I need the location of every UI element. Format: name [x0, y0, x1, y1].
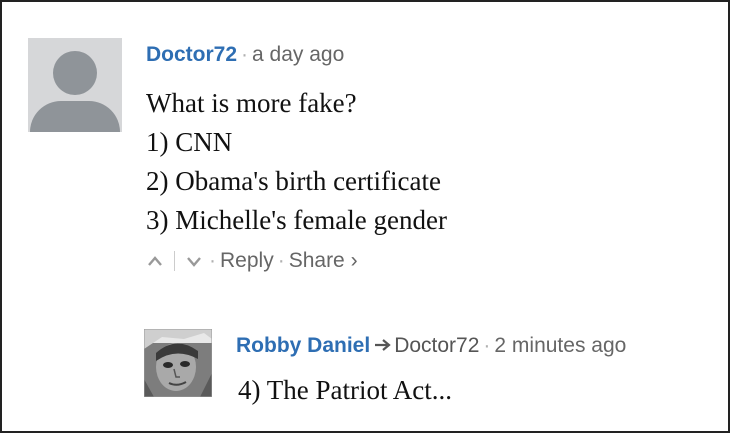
avatar-head-shape: [53, 51, 97, 95]
comment-line: 4) The Patriot Act...: [238, 375, 452, 405]
avatar-shoulders-shape: [30, 101, 120, 132]
avatar[interactable]: [28, 38, 122, 132]
chevron-right-icon: ›: [350, 249, 358, 272]
author-name[interactable]: Doctor72: [146, 43, 237, 66]
chevron-down-icon[interactable]: [183, 248, 205, 274]
comment-actions: · Reply · Share ›: [144, 248, 358, 274]
chevron-up-icon[interactable]: [144, 248, 166, 274]
separator-dot: ·: [209, 249, 216, 272]
share-label: Share: [288, 249, 345, 272]
share-button[interactable]: Share ›: [289, 249, 358, 272]
comment-header: Robby Daniel Doctor72 · 2 minutes ago: [236, 333, 626, 359]
separator-dot: ·: [241, 43, 249, 66]
avatar[interactable]: [144, 329, 212, 397]
comment-line: 1) CNN: [146, 127, 233, 157]
comment-line: 3) Michelle's female gender: [146, 205, 447, 235]
arrow-right-icon: [374, 334, 392, 357]
comment-thread: Doctor72 · a day ago What is more fake? 1)…: [0, 0, 730, 433]
comment-line: What is more fake?: [146, 88, 357, 118]
reply-to-author[interactable]: Doctor72: [394, 334, 479, 357]
separator-dot: ·: [277, 249, 285, 272]
comment-header: Doctor72 · a day ago: [146, 42, 344, 68]
reply-button[interactable]: Reply: [220, 249, 274, 272]
comment-body: What is more fake? 1) CNN 2) Obama's bir…: [146, 84, 447, 240]
comment-line: 2) Obama's birth certificate: [146, 166, 441, 196]
timestamp[interactable]: a day ago: [252, 43, 344, 66]
timestamp[interactable]: 2 minutes ago: [494, 334, 626, 357]
author-name[interactable]: Robby Daniel: [236, 334, 370, 357]
avatar-photo-image: [144, 329, 212, 397]
comment-body: 4) The Patriot Act...: [238, 371, 452, 410]
vote-divider: [174, 251, 175, 272]
separator-dot: ·: [483, 334, 491, 357]
